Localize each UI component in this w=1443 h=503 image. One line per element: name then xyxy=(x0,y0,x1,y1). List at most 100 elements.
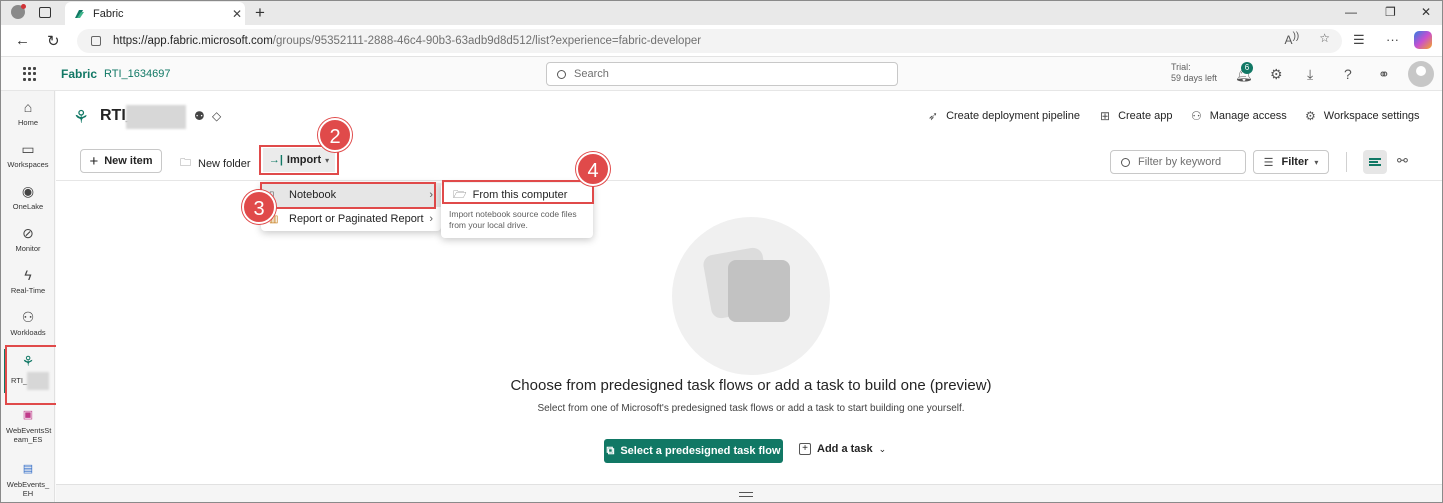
url-field[interactable]: https://app.fabric.microsoft.com /groups… xyxy=(77,29,1342,53)
rail-label: Monitor xyxy=(15,244,41,253)
onelake-icon: ◉ xyxy=(21,183,35,199)
workspace-settings-button[interactable]: ⚙ Workspace settings xyxy=(1305,109,1420,123)
search-icon xyxy=(557,69,566,79)
drag-handle-icon[interactable] xyxy=(739,492,753,497)
app-header: Fabric RTI_1634697 Search Trial: 59 days… xyxy=(1,57,1442,91)
brand-name[interactable]: Fabric xyxy=(61,67,97,81)
menu-item-report[interactable]: ▥ Report or Paginated Report › xyxy=(261,207,441,231)
search-input[interactable]: Search xyxy=(546,62,898,86)
rail-item-workloads[interactable]: ⚇ Workloads xyxy=(1,309,55,337)
favorite-star-icon[interactable]: ☆ xyxy=(1319,31,1330,47)
menu-item-label: Report or Paginated Report xyxy=(289,213,424,225)
submenu-description: Import notebook source code files from y… xyxy=(449,209,577,230)
callout-3: 3 xyxy=(242,190,276,224)
workspace-icon: ⚘ xyxy=(73,107,90,127)
lock-icon xyxy=(91,36,101,46)
rail-item-onelake[interactable]: ◉ OneLake xyxy=(1,183,55,211)
callout-highlight-from-computer xyxy=(442,180,594,204)
rail-label: WebEventsSt eam_ES xyxy=(6,426,52,444)
rail-label: Real-Time xyxy=(10,286,46,295)
rail-label: OneLake xyxy=(12,202,44,211)
rail-label: Workspaces xyxy=(7,160,49,169)
download-icon[interactable]: ⤓ xyxy=(1307,66,1313,83)
app-icon: ⊞ xyxy=(1100,109,1111,123)
monitor-icon: ⊘ xyxy=(22,225,34,241)
help-icon[interactable]: ? xyxy=(1344,66,1352,82)
trial-label: Trial: xyxy=(1171,62,1191,72)
avatar[interactable] xyxy=(1408,61,1434,87)
manage-access-button[interactable]: ⚇ Manage access xyxy=(1191,109,1287,123)
app-launcher-icon[interactable] xyxy=(23,67,37,81)
favorites-icon[interactable]: ☰ xyxy=(1353,32,1365,48)
back-icon[interactable]: ← xyxy=(15,32,30,49)
refresh-icon[interactable]: ↻ xyxy=(47,32,60,50)
command-bar: + New item 🗀︎ New folder →| Import ▾ Fil… xyxy=(56,143,1442,181)
fabric-favicon-icon xyxy=(75,9,84,18)
action-label: Manage access xyxy=(1209,110,1287,122)
divider xyxy=(1346,152,1347,172)
empty-state-title: Choose from predesigned task flows or ad… xyxy=(510,377,992,394)
address-bar: ← ↻ https://app.fabric.microsoft.com /gr… xyxy=(1,25,1442,57)
share-feedback-icon[interactable]: ⚭ xyxy=(1378,66,1390,83)
create-deployment-pipeline-button[interactable]: ➶ Create deployment pipeline xyxy=(928,109,1080,123)
new-folder-button[interactable]: 🗀︎ New folder xyxy=(180,154,251,173)
callout-4: 4 xyxy=(576,152,610,186)
close-window-icon[interactable]: ✕ xyxy=(1421,5,1431,19)
minimize-icon[interactable]: — xyxy=(1345,5,1357,19)
workspace-breadcrumb[interactable]: RTI_1634697 xyxy=(104,68,170,80)
workspace-identity-icon[interactable]: ⚉ xyxy=(194,109,205,123)
restore-icon[interactable]: ❐ xyxy=(1385,5,1396,19)
add-task-label: Add a task xyxy=(817,443,873,455)
empty-state-subtitle: Select from one of Microsoft's predesign… xyxy=(537,403,965,414)
people-icon: ⚇ xyxy=(1191,109,1202,123)
resize-bar[interactable] xyxy=(56,484,1442,502)
rail-label: WebEvents_ EH xyxy=(6,480,50,498)
rail-label: Home xyxy=(17,118,38,127)
close-tab-icon[interactable]: ✕ xyxy=(229,7,245,21)
chevron-down-icon: ▾ xyxy=(1314,157,1319,167)
callout-highlight-notebook xyxy=(260,182,436,209)
copilot-icon[interactable] xyxy=(1414,31,1432,49)
add-task-button[interactable]: + Add a task ⌄ xyxy=(799,443,886,455)
filter-keyword-input[interactable]: Filter by keyword xyxy=(1110,150,1246,174)
select-task-flow-button[interactable]: ⧉ Select a predesigned task flow xyxy=(604,439,783,463)
read-aloud-icon[interactable]: A)) xyxy=(1285,31,1300,47)
home-icon: ⌂ xyxy=(23,99,33,115)
redacted-name xyxy=(126,105,186,129)
browser-tab[interactable]: Fabric ✕ xyxy=(65,2,245,25)
more-icon[interactable]: ··· xyxy=(1386,32,1399,47)
action-label: Create app xyxy=(1118,110,1173,122)
rail-item-real-time[interactable]: ϟ Real-Time xyxy=(1,267,55,295)
lightning-icon: ϟ xyxy=(24,267,32,283)
filter-button[interactable]: ☰ Filter ▾ xyxy=(1253,150,1329,174)
gear-icon: ⚙ xyxy=(1305,109,1316,123)
eventstream-icon: ▣ xyxy=(22,409,34,421)
tab-actions-icon[interactable] xyxy=(39,7,51,18)
primary-button-label: Select a predesigned task flow xyxy=(620,445,781,457)
rail-item-monitor[interactable]: ⊘ Monitor xyxy=(1,225,55,253)
url-host: https://app.fabric.microsoft.com xyxy=(113,35,273,47)
eventhouse-icon: ▤ xyxy=(22,463,34,475)
workspace-main: ⚘ RTI_ ⚉ ◇ ➶ Create deployment pipeline … xyxy=(56,91,1442,502)
notification-badge: 6 xyxy=(1241,62,1253,74)
create-app-button[interactable]: ⊞ Create app xyxy=(1100,109,1173,123)
gear-icon[interactable]: ⚙ xyxy=(1270,66,1283,83)
lineage-view-icon[interactable]: ⚯ xyxy=(1397,153,1408,169)
rail-item-workspaces[interactable]: ▭ Workspaces xyxy=(1,141,55,169)
workloads-icon: ⚇ xyxy=(21,309,35,325)
trial-status: Trial: 59 days left xyxy=(1171,62,1217,84)
browser-tab-bar: Fabric ✕ + — ❐ ✕ xyxy=(1,1,1442,25)
new-item-button[interactable]: + New item xyxy=(80,149,162,173)
filter-placeholder: Filter by keyword xyxy=(1138,156,1222,168)
filter-label: Filter xyxy=(1281,156,1309,168)
plus-icon: + xyxy=(89,152,99,170)
new-folder-label: New folder xyxy=(198,157,251,170)
rail-item-eventstream[interactable]: ▣ WebEventsSt eam_ES xyxy=(1,407,55,444)
rail-item-home[interactable]: ⌂ Home xyxy=(1,99,55,127)
action-label: Create deployment pipeline xyxy=(946,110,1080,122)
rail-item-eventhouse[interactable]: ▤ WebEvents_ EH xyxy=(1,461,55,498)
list-view-toggle[interactable] xyxy=(1363,150,1387,174)
workspace-title-row: ⚘ RTI_ ⚉ ◇ ➶ Create deployment pipeline … xyxy=(56,91,1442,141)
profile-status-dot xyxy=(21,4,26,9)
new-tab-icon[interactable]: + xyxy=(255,3,265,23)
